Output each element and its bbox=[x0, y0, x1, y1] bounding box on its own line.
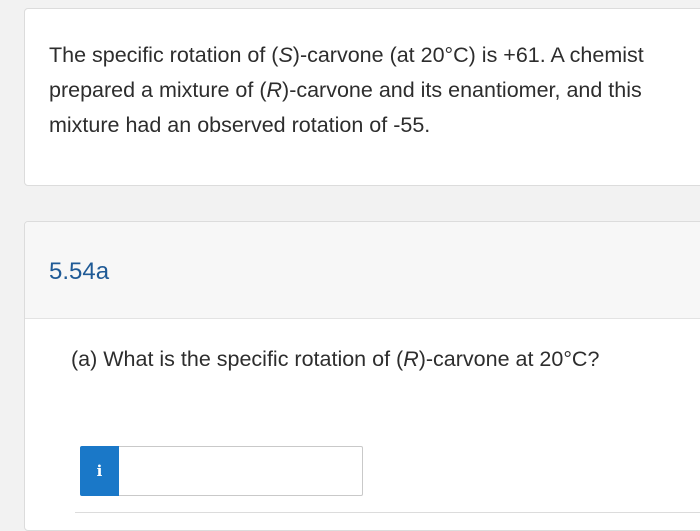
question-text: (a) What is the specific rotation of (R)… bbox=[71, 343, 700, 375]
answer-row: i bbox=[80, 446, 363, 496]
answer-input[interactable] bbox=[119, 446, 363, 496]
problem-card: The specific rotation of (S)-carvone (at… bbox=[24, 8, 700, 186]
info-icon[interactable]: i bbox=[80, 446, 119, 496]
problem-text-italic-r: R bbox=[266, 78, 283, 102]
question-text-part2: )-carvone at 20°C? bbox=[418, 347, 600, 371]
question-text-part1: (a) What is the specific rotation of ( bbox=[71, 347, 404, 371]
divider bbox=[75, 512, 700, 513]
question-header: 5.54a bbox=[25, 222, 700, 319]
problem-statement: The specific rotation of (S)-carvone (at… bbox=[49, 38, 659, 143]
question-body: (a) What is the specific rotation of (R)… bbox=[25, 319, 700, 375]
question-card: 5.54a (a) What is the specific rotation … bbox=[24, 221, 700, 531]
info-icon-glyph: i bbox=[96, 462, 103, 480]
question-id: 5.54a bbox=[49, 258, 110, 285]
problem-text-part1: The specific rotation of ( bbox=[49, 43, 279, 67]
question-text-italic-r: R bbox=[403, 347, 419, 371]
problem-text-italic-s: S bbox=[278, 43, 293, 67]
